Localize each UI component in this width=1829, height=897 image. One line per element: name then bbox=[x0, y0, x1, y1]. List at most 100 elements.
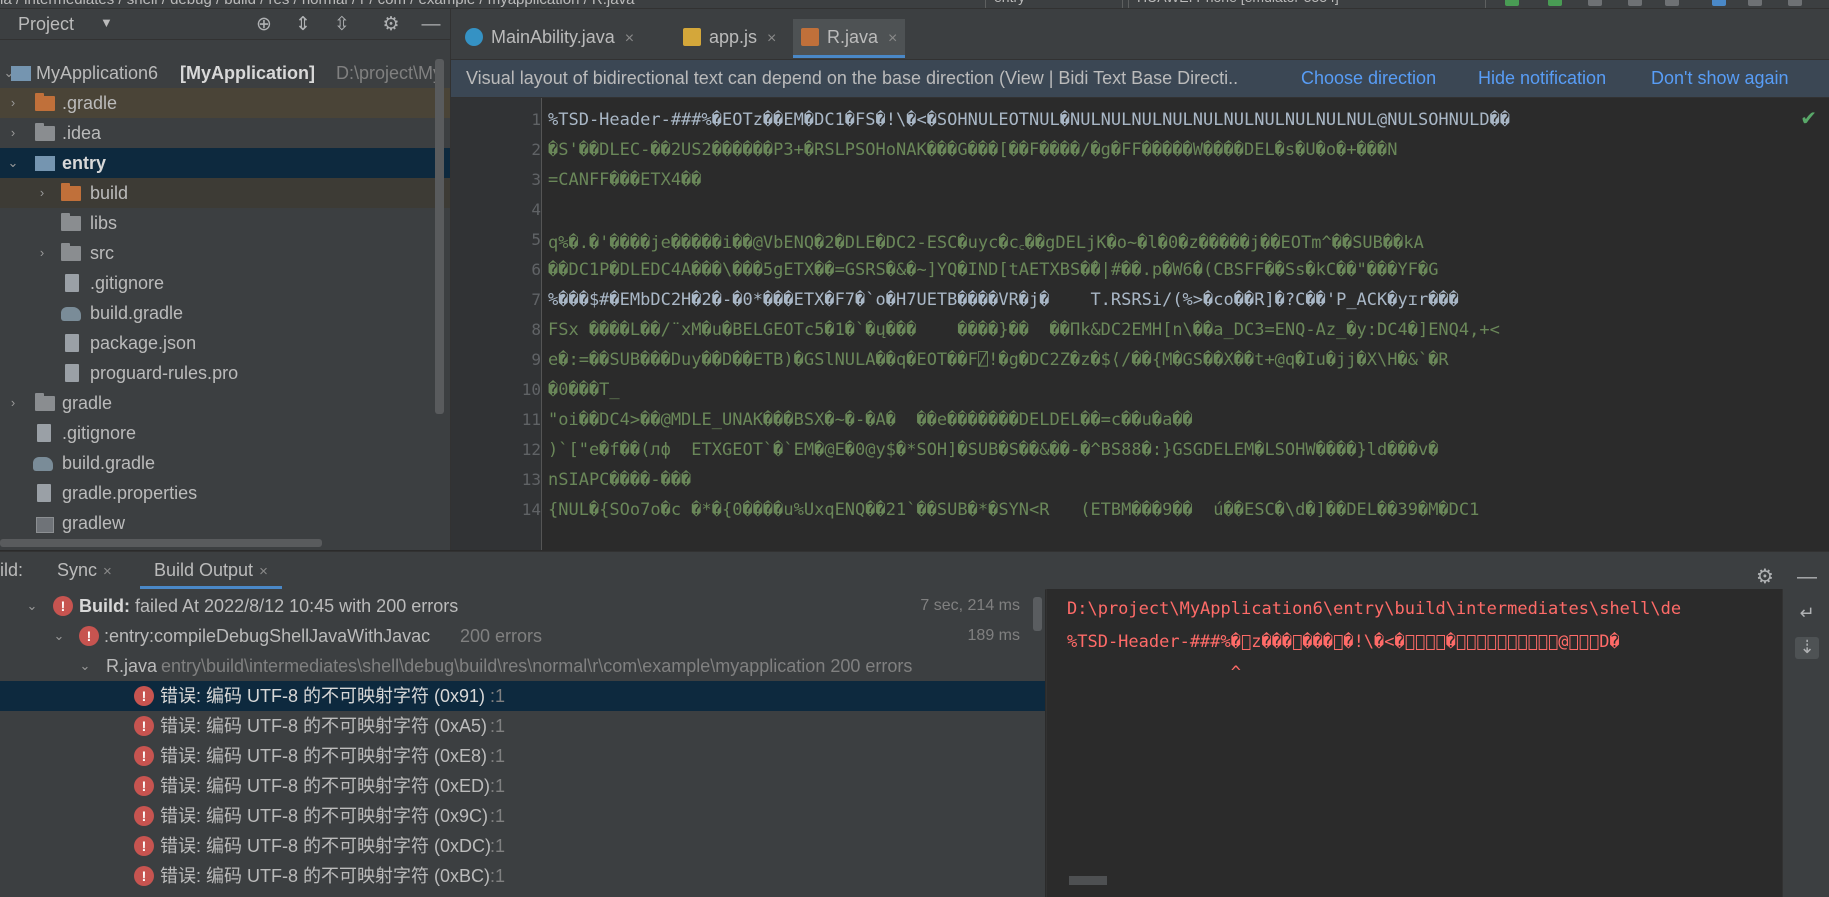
tab-build-output[interactable]: Build Output × bbox=[140, 552, 282, 589]
error-row[interactable]: ! 错误: 编码 UTF-8 的不可映射字符 (0x91) :1 bbox=[0, 681, 1045, 711]
chevron-right-icon[interactable]: › bbox=[35, 238, 49, 268]
chevron-right-icon[interactable]: › bbox=[6, 118, 20, 148]
error-text: 错误: 编码 UTF-8 的不可映射字符 (0xDC) bbox=[160, 836, 491, 856]
build-console-output[interactable]: D:\project\MyApplication6\entry\build\in… bbox=[1046, 589, 1782, 897]
error-location: :1 bbox=[490, 716, 506, 736]
expand-arrow-icon[interactable]: ⌄ bbox=[25, 591, 39, 621]
tree-item-label: package.json bbox=[90, 333, 197, 353]
close-icon[interactable]: × bbox=[888, 30, 897, 47]
task-duration: 189 ms bbox=[967, 627, 1020, 644]
choose-direction-link[interactable]: Choose direction bbox=[1301, 60, 1436, 97]
chevron-down-icon[interactable]: ▼ bbox=[100, 15, 113, 30]
gear-icon[interactable]: ⚙ bbox=[380, 14, 402, 36]
line-number: 6 bbox=[531, 260, 541, 279]
tree-item-gradle-dir[interactable]: › .gradle bbox=[0, 88, 450, 118]
code-line: =CANFF���ETX4�� bbox=[548, 170, 702, 190]
line-number-gutter: 1 2 3 4 5 6 7 8 9 10 11 12 13 14 bbox=[451, 98, 542, 550]
error-row[interactable]: ! 错误: 编码 UTF-8 的不可映射字符 (0xA5) :1 bbox=[0, 711, 1045, 741]
run-config-select[interactable]: entry bbox=[985, 0, 1123, 8]
code-line: �S'��DLEC-��2US2������P3+�RSLPSOHoNAK���… bbox=[548, 140, 1398, 160]
tree-item-root-build-gradle[interactable]: build.gradle bbox=[0, 448, 450, 478]
code-editor[interactable]: 1 2 3 4 5 6 7 8 9 10 11 12 13 14 %TSD-He… bbox=[451, 98, 1829, 550]
editor-scrollbar[interactable] bbox=[1815, 98, 1829, 550]
tab-rjava[interactable]: R.java × bbox=[793, 19, 906, 58]
project-panel-header: Project ▼ ⊕ ⇕ ⇳ ⚙ — bbox=[0, 9, 450, 40]
tree-item-root[interactable]: ⌄ MyApplication6 [MyApplication] D:\proj… bbox=[0, 58, 450, 88]
error-row[interactable]: ! 错误: 编码 UTF-8 的不可映射字符 (0xED) :1 bbox=[0, 771, 1045, 801]
task-name: :entry:compileDebugShellJavaWithJavac bbox=[104, 626, 431, 646]
structure-icon[interactable] bbox=[1712, 0, 1726, 6]
line-number: 7 bbox=[531, 290, 541, 309]
build-title: Build: bbox=[79, 596, 130, 616]
line-number: 11 bbox=[521, 410, 541, 429]
build-window-label: ild: bbox=[0, 560, 24, 580]
error-text: 错误: 编码 UTF-8 的不可映射字符 (0xBC) bbox=[160, 866, 491, 886]
file-row[interactable]: ⌄ R.java entry\build\intermediates\shell… bbox=[0, 651, 1045, 681]
expand-arrow-icon[interactable]: ⌄ bbox=[52, 621, 66, 651]
project-scrollbar[interactable] bbox=[435, 59, 444, 414]
code-line: {NUL�{SOo7o�c �*�{0����u%UxqENQ��21`��SU… bbox=[548, 500, 1480, 520]
build-result-row[interactable]: ⌄ ! Build: failed At 2022/8/12 10:45 wit… bbox=[0, 591, 1045, 621]
code-line: e�:=��SUB���Duy��D��ETB)�GSlNULA��q�EOT�… bbox=[548, 350, 1449, 370]
error-row[interactable]: ! 错误: 编码 UTF-8 的不可映射字符 (0xBC) :1 bbox=[0, 861, 1045, 891]
attach-icon[interactable] bbox=[1628, 0, 1642, 6]
code-line: FSx ����L��/¨xM�u�BELGEOTc5�1�`�ų��� ���… bbox=[548, 320, 1500, 340]
tree-item-gradlew[interactable]: gradlew bbox=[0, 508, 450, 538]
tree-item-gradle-properties[interactable]: gradle.properties bbox=[0, 478, 450, 508]
settings-icon[interactable] bbox=[1788, 0, 1802, 6]
console-line: %TSD-Header-###%� z��� ��� �!\�<�    �  … bbox=[1067, 632, 1620, 652]
project-h-scrollbar[interactable] bbox=[0, 539, 322, 547]
close-icon[interactable]: × bbox=[767, 30, 776, 47]
tree-item-libs[interactable]: libs bbox=[0, 208, 450, 238]
task-row[interactable]: ⌄ ! :entry:compileDebugShellJavaWithJava… bbox=[0, 621, 1045, 651]
error-location: :1 bbox=[490, 806, 506, 826]
tree-item-src[interactable]: › src bbox=[0, 238, 450, 268]
expand-all-icon[interactable]: ⇕ bbox=[292, 14, 314, 36]
tree-item-idea[interactable]: › .idea bbox=[0, 118, 450, 148]
chevron-right-icon[interactable]: › bbox=[6, 88, 20, 118]
close-icon[interactable]: × bbox=[103, 563, 112, 580]
expand-arrow-icon[interactable]: ⌄ bbox=[78, 651, 92, 681]
tree-item-gitignore[interactable]: .gitignore bbox=[0, 268, 450, 298]
chevron-right-icon[interactable]: › bbox=[6, 388, 20, 418]
tree-item-gradle[interactable]: › gradle bbox=[0, 388, 450, 418]
error-row[interactable]: ! 错误: 编码 UTF-8 的不可映射字符 (0xE8) :1 bbox=[0, 741, 1045, 771]
build-tree-scrollbar[interactable] bbox=[1033, 597, 1042, 631]
breadcrumb[interactable]: ia / intermediates / shell / debug / bui… bbox=[0, 0, 634, 8]
hide-notification-link[interactable]: Hide notification bbox=[1478, 60, 1606, 97]
error-row[interactable]: ! 错误: 编码 UTF-8 的不可映射字符 (0x9C) :1 bbox=[0, 801, 1045, 831]
close-icon[interactable]: × bbox=[625, 30, 634, 47]
project-panel-title[interactable]: Project bbox=[18, 14, 74, 35]
run-icon[interactable] bbox=[1505, 0, 1519, 6]
tab-appjs[interactable]: app.js × bbox=[683, 19, 776, 55]
close-icon[interactable]: × bbox=[259, 563, 268, 580]
checkmark-icon[interactable]: ✔ bbox=[1800, 106, 1817, 131]
locate-icon[interactable]: ⊕ bbox=[253, 14, 275, 36]
stop-icon[interactable] bbox=[1665, 0, 1679, 6]
tree-item-package-json[interactable]: package.json bbox=[0, 328, 450, 358]
tree-item-label: .gitignore bbox=[62, 423, 137, 443]
device-manager-icon[interactable] bbox=[1748, 0, 1762, 6]
error-location: :1 bbox=[490, 686, 506, 706]
tree-item-root-gitignore[interactable]: .gitignore bbox=[0, 418, 450, 448]
dont-show-again-link[interactable]: Don't show again bbox=[1651, 60, 1789, 97]
device-select[interactable]: HUAWEI Phone [emulator-5554] bbox=[1128, 0, 1486, 8]
tab-sync[interactable]: Sync × bbox=[57, 552, 112, 589]
tree-item-proguard[interactable]: proguard-rules.pro bbox=[0, 358, 450, 388]
tree-item-build-gradle[interactable]: build.gradle bbox=[0, 298, 450, 328]
scroll-to-end-icon[interactable]: ⇣ bbox=[1795, 637, 1819, 659]
folder-icon bbox=[61, 213, 81, 231]
soft-wrap-icon[interactable]: ↵ bbox=[1795, 603, 1819, 625]
tab-mainability[interactable]: MainAbility.java × bbox=[465, 19, 634, 55]
chevron-right-icon[interactable]: › bbox=[35, 178, 49, 208]
collapse-all-icon[interactable]: ⇳ bbox=[331, 14, 353, 36]
debug-icon[interactable] bbox=[1548, 0, 1562, 6]
tree-item-build[interactable]: › build bbox=[0, 178, 450, 208]
hide-icon[interactable]: — bbox=[420, 14, 442, 36]
tree-item-entry[interactable]: ⌄ entry bbox=[0, 148, 450, 178]
error-row[interactable]: ! 错误: 编码 UTF-8 的不可映射字符 (0xDC) :1 bbox=[0, 831, 1045, 861]
module-icon bbox=[11, 66, 31, 81]
console-h-scrollbar[interactable] bbox=[1069, 876, 1107, 885]
profile-icon[interactable] bbox=[1588, 0, 1602, 6]
expand-arrow-icon[interactable]: ⌄ bbox=[6, 148, 20, 178]
